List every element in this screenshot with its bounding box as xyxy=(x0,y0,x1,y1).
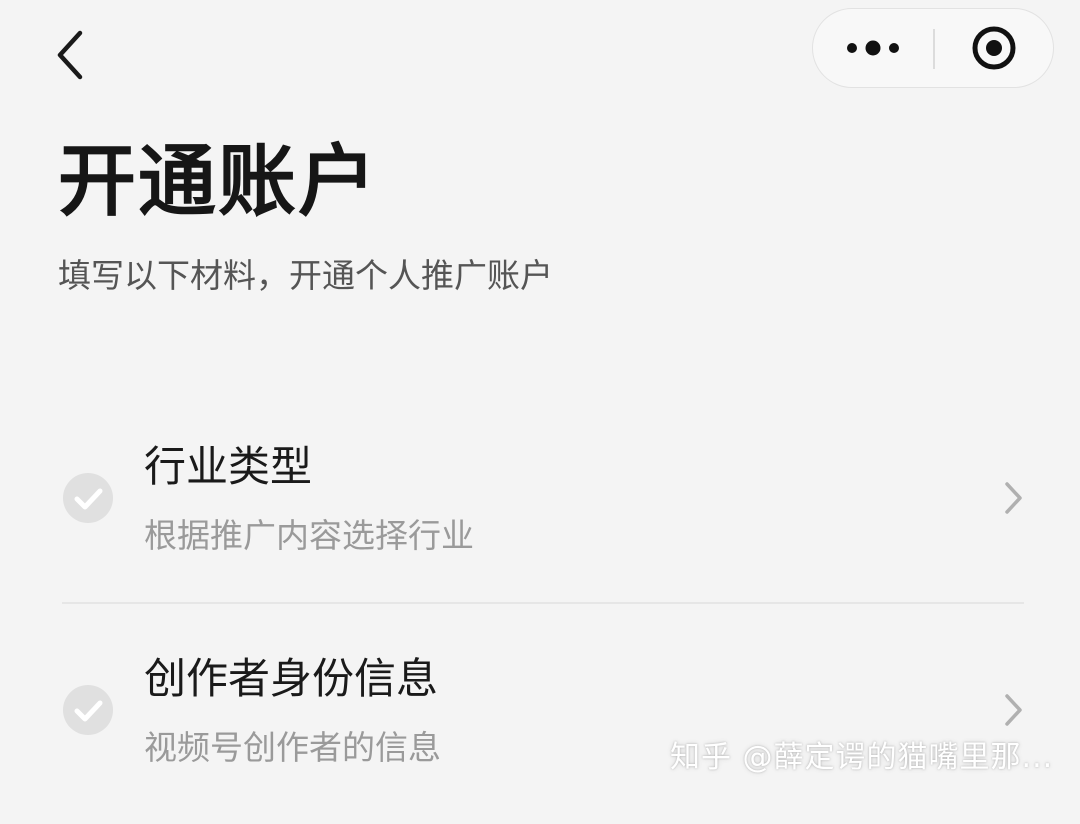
list-item-description: 根据推广内容选择行业 xyxy=(144,516,474,555)
chevron-right-icon xyxy=(1005,482,1022,514)
check-circle-icon xyxy=(63,473,113,523)
back-button[interactable] xyxy=(44,26,96,84)
page-subtitle: 填写以下材料，开通个人推广账户 xyxy=(58,256,553,295)
mini-program-capsule xyxy=(812,8,1054,88)
close-button[interactable] xyxy=(935,9,1053,87)
list-item-creator-identity[interactable]: 创作者身份信息 视频号创作者的信息 xyxy=(0,612,1080,824)
watermark: 知乎 @薛定谔的猫嘴里那... xyxy=(670,740,1054,775)
page-title: 开通账户 xyxy=(58,137,379,227)
chevron-right-icon xyxy=(1005,694,1022,726)
more-dots-icon xyxy=(847,40,899,56)
chevron-left-icon xyxy=(57,30,83,80)
list-item-title: 创作者身份信息 xyxy=(144,654,439,703)
list-item-industry-type[interactable]: 行业类型 根据推广内容选择行业 xyxy=(0,400,1080,612)
list-item-description: 视频号创作者的信息 xyxy=(144,728,441,767)
list-divider xyxy=(62,602,1024,604)
list-item-title: 行业类型 xyxy=(144,442,313,491)
check-circle-icon xyxy=(63,685,113,735)
more-button[interactable] xyxy=(813,9,933,87)
target-close-icon xyxy=(972,26,1016,70)
